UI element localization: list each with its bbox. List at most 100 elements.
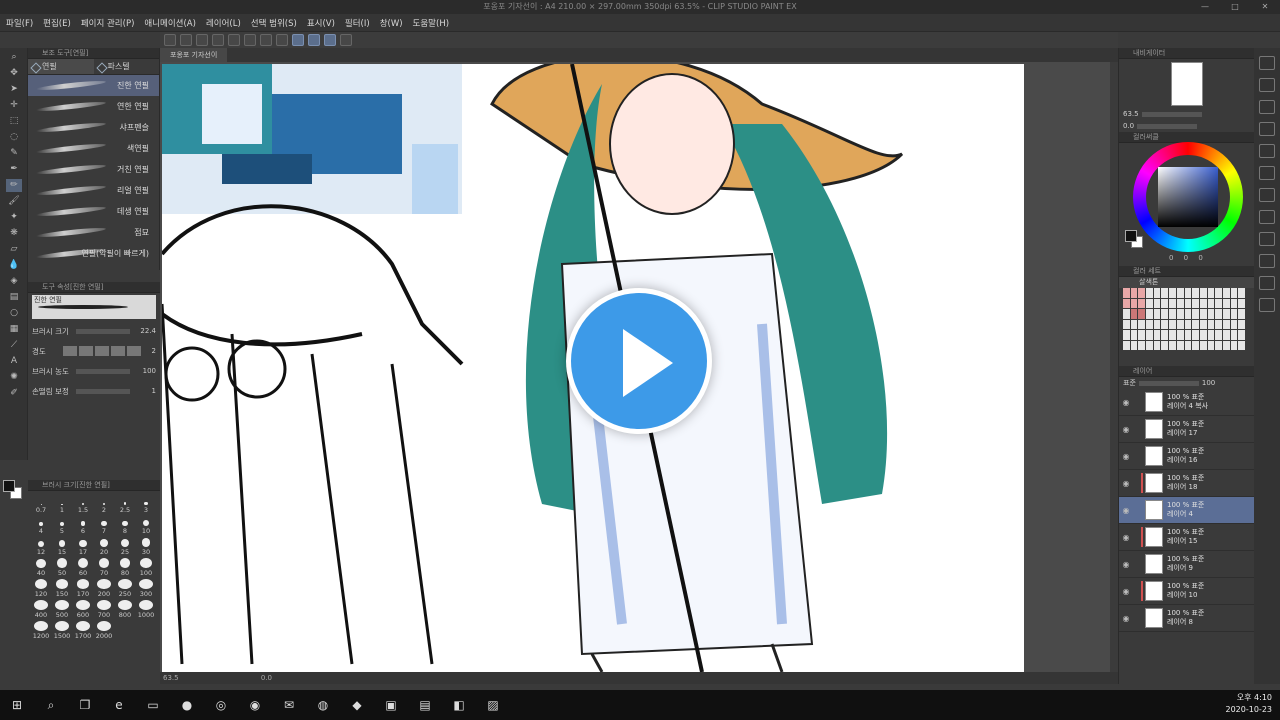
- blend-icon[interactable]: 💧: [6, 259, 22, 272]
- tab-pencil[interactable]: 연필: [28, 59, 94, 74]
- color-set-swatch[interactable]: [1138, 340, 1146, 350]
- color-set-swatch[interactable]: [1192, 298, 1199, 308]
- color-set-swatch[interactable]: [1215, 309, 1222, 319]
- chrome-icon[interactable]: ◉: [243, 693, 267, 717]
- color-set-swatch[interactable]: [1222, 309, 1230, 319]
- undo-icon[interactable]: [212, 34, 224, 46]
- brush-size-option[interactable]: 400: [31, 600, 51, 619]
- brush-size-option[interactable]: 1200: [31, 621, 51, 640]
- brush-size-value[interactable]: 22.4: [134, 327, 156, 335]
- color-set-swatch[interactable]: [1130, 330, 1138, 340]
- color-set-swatch[interactable]: [1130, 340, 1138, 350]
- brush-size-option[interactable]: 120: [31, 579, 51, 598]
- brush-size-option[interactable]: 0.7: [31, 495, 51, 514]
- brush-size-option[interactable]: 1000: [136, 600, 156, 619]
- layer-move-icon[interactable]: ✛: [6, 99, 22, 112]
- color-set-swatch[interactable]: [1123, 330, 1130, 340]
- color-set-swatch[interactable]: [1238, 298, 1245, 308]
- balloon-icon[interactable]: ✺: [6, 371, 22, 384]
- color-set-swatch[interactable]: [1161, 298, 1169, 308]
- video-play-button[interactable]: [566, 288, 712, 434]
- minimize-button[interactable]: —: [1190, 0, 1220, 14]
- color-set-swatch[interactable]: [1215, 340, 1222, 350]
- color-set-swatch[interactable]: [1130, 298, 1138, 308]
- color-set-swatch[interactable]: [1176, 288, 1184, 298]
- kakaotalk-icon[interactable]: ▣: [379, 693, 403, 717]
- color-set-swatch[interactable]: [1238, 330, 1245, 340]
- brush-item[interactable]: 색연필: [28, 138, 159, 159]
- color-set-swatch[interactable]: [1161, 319, 1169, 329]
- brush-size-option[interactable]: 2: [94, 495, 114, 514]
- app-icon[interactable]: ●: [175, 693, 199, 717]
- color-set-swatch[interactable]: [1192, 288, 1199, 298]
- text-icon[interactable]: A: [6, 355, 22, 368]
- brush-size-option[interactable]: 70: [94, 558, 114, 577]
- menu-selection[interactable]: 선택 범위(S): [251, 17, 297, 29]
- figure-icon[interactable]: ○: [6, 307, 22, 320]
- layer-row[interactable]: ◉ 100 % 표준 레이어 8: [1119, 605, 1254, 632]
- brush-size-option[interactable]: 2.5: [115, 495, 135, 514]
- brush-size-option[interactable]: 500: [52, 600, 72, 619]
- opacity-value[interactable]: 100: [1202, 379, 1215, 387]
- steam-icon[interactable]: ◍: [311, 693, 335, 717]
- eyedropper-icon[interactable]: ✎: [6, 147, 22, 160]
- panel-toggle-icon[interactable]: [1259, 254, 1275, 268]
- eye-icon[interactable]: ◉: [1119, 614, 1133, 623]
- snap-special-icon[interactable]: [308, 34, 320, 46]
- color-set-swatch[interactable]: [1207, 309, 1215, 319]
- color-set-swatch[interactable]: [1238, 309, 1245, 319]
- color-set-swatch[interactable]: [1161, 340, 1169, 350]
- brush-density-slider[interactable]: [76, 368, 130, 374]
- brush-size-slider[interactable]: [76, 328, 130, 334]
- color-set-swatch[interactable]: [1222, 330, 1230, 340]
- layer-row[interactable]: ◉ 100 % 표준 레이어 17: [1119, 416, 1254, 443]
- decoration-icon[interactable]: ❋: [6, 227, 22, 240]
- selection-icon[interactable]: ⬚: [6, 115, 22, 128]
- color-set-swatch[interactable]: [1176, 319, 1184, 329]
- navigator-zoom[interactable]: 63.5: [1123, 110, 1139, 118]
- color-set-swatch[interactable]: [1123, 309, 1130, 319]
- close-button[interactable]: ✕: [1250, 0, 1280, 14]
- clip-studio-icon[interactable]: ◧: [447, 693, 471, 717]
- task-view-icon[interactable]: ❐: [73, 693, 97, 717]
- color-set-swatch[interactable]: [1199, 288, 1207, 298]
- color-set-swatch[interactable]: [1192, 309, 1199, 319]
- brush-size-option[interactable]: 7: [94, 516, 114, 535]
- app-icon[interactable]: ◆: [345, 693, 369, 717]
- brush-size-option[interactable]: 6: [73, 516, 93, 535]
- snap-ruler-icon[interactable]: [292, 34, 304, 46]
- snap-grid-icon[interactable]: [324, 34, 336, 46]
- correct-line-icon[interactable]: ✐: [6, 387, 22, 400]
- color-set-swatch[interactable]: [1215, 288, 1222, 298]
- navigator-angle[interactable]: 0.0: [1123, 122, 1134, 130]
- panel-toggle-icon[interactable]: [1259, 188, 1275, 202]
- color-set-swatch[interactable]: [1169, 288, 1176, 298]
- color-set-swatch[interactable]: [1215, 319, 1222, 329]
- mail-icon[interactable]: ✉: [277, 693, 301, 717]
- panel-toggle-icon[interactable]: [1259, 78, 1275, 92]
- system-tray[interactable]: 오후 4:10 2020-10-23: [1226, 692, 1273, 716]
- eye-icon[interactable]: ◉: [1119, 425, 1133, 434]
- brush-size-option[interactable]: 150: [52, 579, 72, 598]
- color-set-swatch[interactable]: [1207, 319, 1215, 329]
- brush-size-option[interactable]: 3: [136, 495, 156, 514]
- color-set-swatch[interactable]: [1123, 298, 1130, 308]
- color-set-swatch[interactable]: [1184, 309, 1192, 319]
- frame-icon[interactable]: ▦: [6, 323, 22, 336]
- brush-size-option[interactable]: 17: [73, 537, 93, 556]
- main-color-chip[interactable]: [1125, 230, 1137, 242]
- operation-icon[interactable]: ➤: [6, 83, 22, 96]
- brush-size-option[interactable]: 800: [115, 600, 135, 619]
- opacity-slider[interactable]: [1138, 380, 1199, 386]
- color-set-swatch[interactable]: [1161, 288, 1169, 298]
- color-set-swatch[interactable]: [1199, 330, 1207, 340]
- menu-edit[interactable]: 편집(E): [43, 17, 71, 29]
- brush-icon[interactable]: 🖌: [6, 195, 22, 208]
- brush-size-option[interactable]: 1: [52, 495, 72, 514]
- color-set-swatch[interactable]: [1184, 288, 1192, 298]
- color-set-swatch[interactable]: [1146, 309, 1153, 319]
- new-file-icon[interactable]: [164, 34, 176, 46]
- brush-size-option[interactable]: 170: [73, 579, 93, 598]
- color-set-swatch[interactable]: [1207, 298, 1215, 308]
- color-wheel[interactable]: [1133, 142, 1243, 252]
